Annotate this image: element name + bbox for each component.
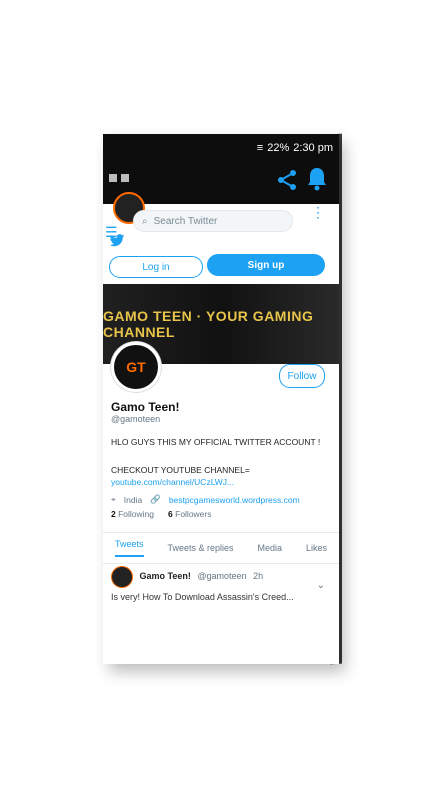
status-bar: ≡ 22% 2:30 pm: [103, 134, 339, 164]
bio-line-1: HLO GUYS THIS MY OFFICIAL TWITTER ACCOUN…: [111, 437, 321, 447]
profile-handle: @gamoteen: [111, 414, 161, 424]
chevron-down-icon[interactable]: ⌄: [317, 580, 325, 591]
signal-icon: ≡: [256, 142, 264, 154]
search-placeholder: Search Twitter: [153, 215, 218, 227]
search-icon: ⌕: [142, 215, 148, 227]
signup-button[interactable]: Sign up: [207, 254, 325, 276]
tweet-author-name: Gamo Teen!: [139, 571, 191, 582]
share-icon[interactable]: [275, 168, 299, 197]
search-input[interactable]: ⌕ Search Twitter: [133, 210, 293, 232]
tab-media[interactable]: Media: [257, 543, 282, 553]
download-icon: [121, 174, 129, 182]
follow-button[interactable]: Follow: [279, 364, 325, 388]
phone-device: ≡ 22% 2:30 pm ☰ ⋮ ⌕ Search Twitter Log i…: [103, 134, 339, 664]
tweet-author-handle: @gamoteen: [197, 571, 247, 582]
tweet-item[interactable]: Gamo Teen! @gamoteen 2h Is very! How To …: [111, 566, 331, 602]
twitter-web-view: ☰ ⋮ ⌕ Search Twitter Log in Sign up GAMO…: [103, 192, 339, 664]
profile-bio-2: CHECKOUT YOUTUBE CHANNEL= youtube.com/ch…: [111, 464, 321, 488]
location-icon: ⌖: [111, 494, 116, 504]
avatar[interactable]: GT: [111, 342, 161, 392]
battery-text: 22%: [267, 142, 290, 154]
tab-tweets-replies[interactable]: Tweets & replies: [167, 543, 233, 553]
profile-tabs: Tweets Tweets & replies Media Likes: [103, 532, 339, 564]
tab-tweets[interactable]: Tweets: [114, 539, 144, 557]
kebab-menu-icon[interactable]: ⋮: [311, 205, 325, 219]
twitter-bird-icon[interactable]: [109, 234, 125, 253]
tab-likes[interactable]: Likes: [306, 543, 327, 553]
following-count[interactable]: 2 Following: [111, 509, 154, 519]
time-text: 2:30 pm: [293, 142, 333, 154]
login-button[interactable]: Log in: [109, 256, 203, 278]
website-link[interactable]: bestpcgamesworld.wordpress.com: [169, 495, 300, 505]
profile-bio: HLO GUYS THIS MY OFFICIAL TWITTER ACCOUN…: [111, 436, 321, 448]
profile-counts: 2 Following 6 Followers: [111, 509, 212, 519]
link-icon: 🔗: [150, 494, 161, 504]
tweet-avatar: [111, 566, 133, 588]
image-icon: [109, 174, 117, 182]
tweet-preview: Is very! How To Download Assassin's Cree…: [111, 592, 294, 602]
profile-name: Gamo Teen!: [111, 400, 180, 414]
bio-line-2: CHECKOUT YOUTUBE CHANNEL=: [111, 465, 250, 475]
location-text: India: [123, 494, 143, 505]
followers-count[interactable]: 6 Followers: [168, 509, 211, 519]
status-right: ≡ 22% 2:30 pm: [257, 142, 333, 154]
bell-icon[interactable]: [305, 166, 329, 197]
banner-text: GAMO TEEN · YOUR GAMING CHANNEL: [103, 308, 314, 340]
profile-meta: ⌖ India 🔗 bestpcgamesworld.wordpress.com: [111, 494, 300, 505]
notification-icons: [109, 174, 129, 182]
bio-youtube-link[interactable]: youtube.com/channel/UCzLWJ...: [111, 476, 321, 488]
tweet-time: 2h: [253, 571, 264, 582]
